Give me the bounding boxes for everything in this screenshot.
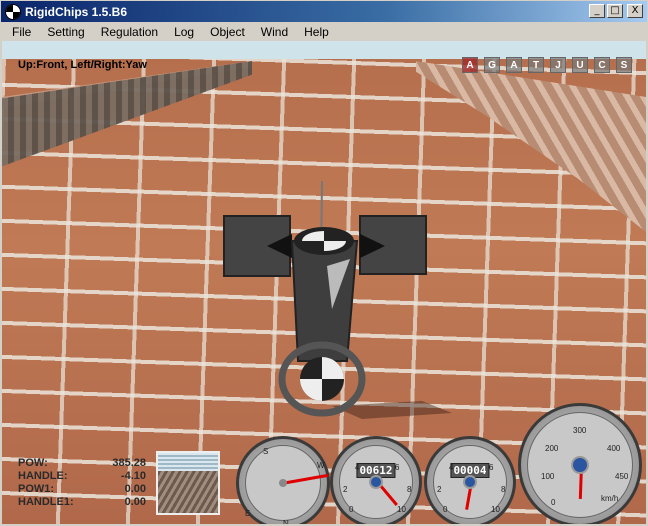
speed-hub — [571, 456, 589, 474]
gauge-tick: 10 — [397, 505, 406, 514]
gauge-tick: 0 — [349, 505, 354, 514]
gauge-tick: 10 — [491, 505, 500, 514]
game-viewport[interactable]: Up:Front, Left/Right:Yaw A G A T J U C S… — [2, 41, 646, 524]
speed-unit: km/h — [601, 494, 619, 503]
key-indicator: A — [506, 57, 522, 73]
key-indicator: A — [462, 57, 478, 73]
gauge-tick: 6 — [489, 463, 494, 472]
stat-row: POW: 385.28 — [18, 457, 146, 470]
stat-value: 0.00 — [124, 483, 146, 495]
compass-hub — [279, 479, 287, 487]
gauge-tick: 2 — [437, 485, 442, 494]
window-title: RigidChips 1.5.B6 — [25, 4, 128, 19]
stat-label: HANDLE: — [18, 470, 68, 482]
speed-tick: 200 — [545, 444, 559, 453]
gauge-tick: 2 — [343, 485, 348, 494]
stat-label: POW: — [18, 457, 48, 469]
compass-s-label: S — [263, 447, 269, 456]
menu-regulation[interactable]: Regulation — [93, 25, 166, 39]
odometer-gauge: 00612 0 2 4 6 8 10 — [330, 436, 422, 524]
maximize-button[interactable]: □ — [607, 4, 623, 18]
key-indicators: A G A T J U C S — [462, 57, 632, 73]
key-indicator: U — [572, 57, 588, 73]
speed-tick: 100 — [541, 472, 555, 481]
gauge-tick: 4 — [449, 463, 454, 472]
menu-file[interactable]: File — [4, 25, 39, 39]
rear-view-minimap — [156, 451, 220, 515]
key-indicator: C — [594, 57, 610, 73]
compass-e-label: E — [245, 509, 251, 518]
menu-wind[interactable]: Wind — [253, 25, 296, 39]
window-controls: _ □ X — [589, 4, 643, 18]
key-indicator: T — [528, 57, 544, 73]
stat-row: HANDLE1: 0.00 — [18, 496, 146, 509]
title-bar[interactable]: RigidChips 1.5.B6 _ □ X — [0, 0, 648, 22]
key-indicator: J — [550, 57, 566, 73]
menu-object[interactable]: Object — [202, 25, 253, 39]
speed-tick: 450 — [615, 472, 629, 481]
menu-bar: File Setting Regulation Log Object Wind … — [0, 22, 648, 41]
speed-tick: 400 — [607, 444, 621, 453]
menu-log[interactable]: Log — [166, 25, 202, 39]
compass-n-label: N — [283, 519, 289, 524]
stat-row: POW1: 0.00 — [18, 483, 146, 496]
key-indicator: G — [484, 57, 500, 73]
gauge-tick: 0 — [443, 505, 448, 514]
stat-value: -4.10 — [120, 470, 146, 482]
compass-gauge: S W E N — [236, 436, 330, 524]
control-hint: Up:Front, Left/Right:Yaw — [18, 59, 147, 71]
stat-value: 385.28 — [112, 457, 146, 469]
stat-label: HANDLE1: — [18, 496, 74, 508]
stat-row: HANDLE: -4.10 — [18, 470, 146, 483]
speedometer: 0 100 200 300 400 450 km/h — [518, 403, 642, 524]
trip-hub — [463, 475, 477, 489]
key-indicator: S — [616, 57, 632, 73]
menu-setting[interactable]: Setting — [39, 25, 92, 39]
menu-help[interactable]: Help — [296, 25, 337, 39]
gauge-tick: 4 — [355, 463, 360, 472]
compass-w-label: W — [317, 461, 325, 470]
stats-panel: POW: 385.28 HANDLE: -4.10 POW1: 0.00 HAN… — [18, 457, 146, 509]
close-button[interactable]: X — [627, 4, 643, 18]
speed-tick: 0 — [551, 498, 556, 507]
gauge-tick: 8 — [407, 485, 412, 494]
trip-gauge: 00004 0 2 4 6 8 10 — [424, 436, 516, 524]
stat-value: 0.00 — [124, 496, 146, 508]
app-icon — [5, 3, 21, 20]
minimize-button[interactable]: _ — [589, 4, 605, 18]
speed-tick: 300 — [573, 426, 587, 435]
odometer-hub — [369, 475, 383, 489]
gauge-tick: 6 — [395, 463, 400, 472]
gauge-tick: 8 — [501, 485, 506, 494]
stat-label: POW1: — [18, 483, 55, 495]
